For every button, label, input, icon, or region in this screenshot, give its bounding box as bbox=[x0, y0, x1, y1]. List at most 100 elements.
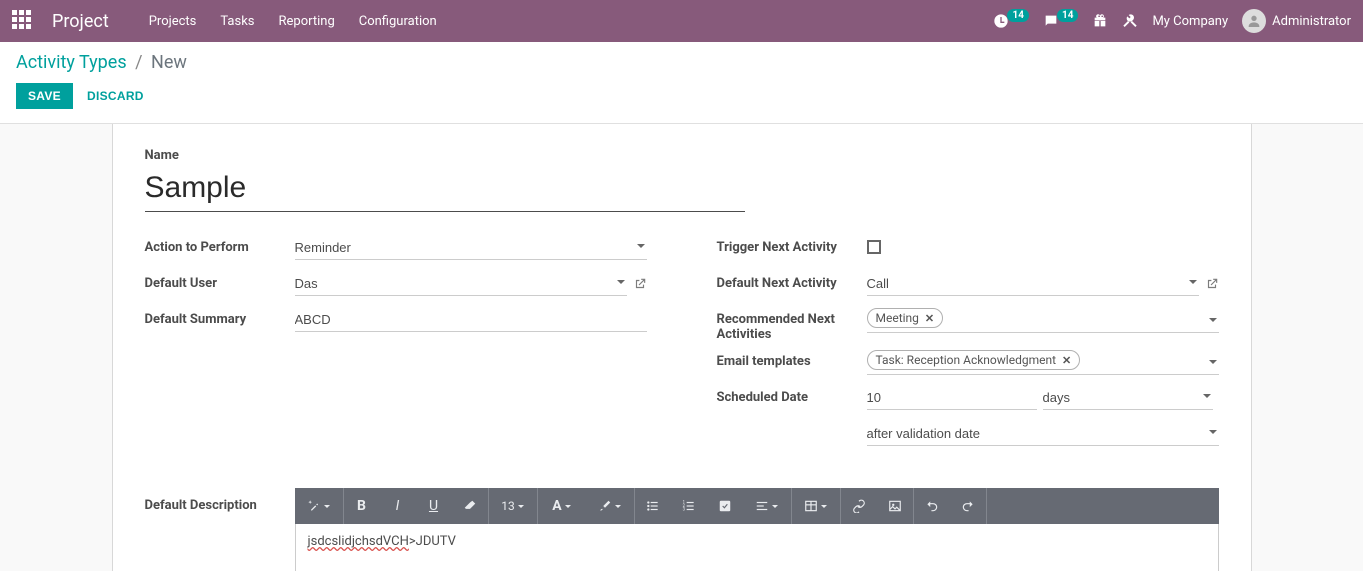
breadcrumb: Activity Types / New bbox=[16, 52, 1347, 73]
activity-badge: 14 bbox=[1007, 9, 1028, 22]
default-user-label: Default User bbox=[145, 272, 295, 291]
tb-italic-button[interactable]: I bbox=[380, 488, 416, 524]
email-templates-tags[interactable]: Task: Reception Acknowledgment ✕ bbox=[867, 350, 1219, 375]
list-ol-icon: 123 bbox=[682, 499, 696, 513]
svg-text:3: 3 bbox=[682, 507, 685, 512]
tb-font-size-button[interactable]: 13 bbox=[489, 488, 537, 524]
company-selector[interactable]: My Company bbox=[1152, 14, 1228, 29]
font-size-value: 13 bbox=[501, 499, 515, 513]
tb-style-button[interactable] bbox=[295, 488, 343, 524]
image-icon bbox=[888, 499, 902, 513]
default-user-select[interactable] bbox=[295, 272, 627, 296]
link-icon bbox=[852, 499, 866, 513]
chevron-down-icon[interactable] bbox=[1209, 360, 1217, 364]
activity-indicator[interactable]: 14 bbox=[993, 13, 1028, 29]
list-ul-icon bbox=[646, 499, 660, 513]
default-next-input[interactable] bbox=[867, 272, 1199, 295]
user-name: Administrator bbox=[1272, 14, 1351, 29]
tb-align-button[interactable] bbox=[743, 488, 791, 524]
left-column: Action to Perform Default User bbox=[145, 236, 647, 458]
action-buttons: SAVE DISCARD bbox=[16, 83, 1347, 109]
tb-bold-button[interactable]: B bbox=[344, 488, 380, 524]
action-to-perform-label: Action to Perform bbox=[145, 236, 295, 255]
recommended-label: Recommended Next Activities bbox=[717, 308, 867, 342]
trigger-next-label: Trigger Next Activity bbox=[717, 236, 867, 255]
tb-font-color-button[interactable]: A bbox=[538, 488, 586, 524]
check-square-icon bbox=[718, 499, 732, 513]
scheduled-unit-input[interactable] bbox=[1043, 386, 1213, 409]
editor-text: >JDUTV bbox=[409, 534, 456, 549]
form-sheet: Name Action to Perform Default User bbox=[112, 124, 1252, 571]
tag-meeting: Meeting ✕ bbox=[867, 308, 944, 328]
chevron-down-icon[interactable] bbox=[1209, 430, 1217, 434]
tb-clear-format-button[interactable] bbox=[452, 488, 488, 524]
top-menu: Projects Tasks Reporting Configuration bbox=[149, 14, 437, 29]
tb-table-button[interactable] bbox=[792, 488, 840, 524]
tb-image-button[interactable] bbox=[877, 488, 913, 524]
undo-icon bbox=[925, 499, 939, 513]
chevron-down-icon[interactable] bbox=[1209, 318, 1217, 322]
external-link-icon[interactable] bbox=[1205, 277, 1219, 291]
table-icon bbox=[804, 499, 818, 513]
action-to-perform-input[interactable] bbox=[295, 236, 647, 259]
default-next-label: Default Next Activity bbox=[717, 272, 867, 291]
right-column: Trigger Next Activity Default Next Activ… bbox=[717, 236, 1219, 458]
chevron-down-icon[interactable] bbox=[1189, 280, 1197, 284]
tb-undo-button[interactable] bbox=[914, 488, 950, 524]
tag-label: Meeting bbox=[876, 311, 919, 325]
default-next-select[interactable] bbox=[867, 272, 1199, 296]
tag-remove-icon[interactable]: ✕ bbox=[925, 312, 934, 325]
editor-text-misspelled: jsdcslidjchsdVCH bbox=[308, 534, 409, 549]
scheduled-number-input[interactable] bbox=[867, 386, 1037, 410]
breadcrumb-root[interactable]: Activity Types bbox=[16, 52, 127, 73]
user-menu[interactable]: Administrator bbox=[1242, 9, 1351, 33]
spacer bbox=[717, 422, 867, 426]
tb-checklist-button[interactable] bbox=[707, 488, 743, 524]
tb-underline-button[interactable]: U bbox=[416, 488, 452, 524]
magic-wand-icon bbox=[307, 499, 321, 513]
chevron-down-icon[interactable] bbox=[617, 280, 625, 284]
form-scroll-area[interactable]: Name Action to Perform Default User bbox=[0, 124, 1363, 571]
redo-icon bbox=[961, 499, 975, 513]
chevron-down-icon[interactable] bbox=[1203, 394, 1211, 398]
avatar-icon bbox=[1242, 9, 1266, 33]
tb-redo-button[interactable] bbox=[950, 488, 986, 524]
default-description-label: Default Description bbox=[145, 498, 257, 513]
tools-icon[interactable] bbox=[1122, 13, 1138, 29]
menu-configuration[interactable]: Configuration bbox=[359, 14, 437, 29]
menu-tasks[interactable]: Tasks bbox=[220, 14, 254, 29]
external-link-icon[interactable] bbox=[633, 277, 647, 291]
menu-reporting[interactable]: Reporting bbox=[279, 14, 335, 29]
scheduled-date-label: Scheduled Date bbox=[717, 386, 867, 405]
topbar: Project Projects Tasks Reporting Configu… bbox=[0, 0, 1363, 42]
tag-email-template: Task: Reception Acknowledgment ✕ bbox=[867, 350, 1081, 370]
save-button[interactable]: SAVE bbox=[16, 83, 73, 109]
scheduled-after-select[interactable] bbox=[867, 422, 1219, 446]
tag-remove-icon[interactable]: ✕ bbox=[1062, 354, 1071, 367]
menu-projects[interactable]: Projects bbox=[149, 14, 197, 29]
default-user-input[interactable] bbox=[295, 272, 627, 295]
brand[interactable]: Project bbox=[52, 11, 109, 32]
editor-body[interactable]: jsdcslidjchsdVCH>JDUTV bbox=[295, 524, 1219, 571]
recommended-tags[interactable]: Meeting ✕ bbox=[867, 308, 1219, 333]
tb-bg-color-button[interactable] bbox=[586, 488, 634, 524]
discard-button[interactable]: DISCARD bbox=[87, 89, 144, 103]
default-summary-label: Default Summary bbox=[145, 308, 295, 327]
tb-link-button[interactable] bbox=[841, 488, 877, 524]
action-to-perform-select[interactable] bbox=[295, 236, 647, 260]
tb-ul-button[interactable] bbox=[635, 488, 671, 524]
name-label: Name bbox=[145, 148, 1219, 163]
name-input[interactable] bbox=[145, 167, 745, 212]
trigger-next-checkbox[interactable] bbox=[867, 240, 881, 254]
description-section: Default Description B I U bbox=[145, 488, 1219, 571]
scheduled-after-input[interactable] bbox=[867, 422, 1219, 445]
messages-indicator[interactable]: 14 bbox=[1043, 13, 1078, 29]
tb-ol-button[interactable]: 123 bbox=[671, 488, 707, 524]
apps-icon[interactable] bbox=[12, 10, 34, 32]
gift-icon[interactable] bbox=[1092, 13, 1108, 29]
default-summary-input[interactable] bbox=[295, 308, 647, 332]
scheduled-unit-select[interactable] bbox=[1043, 386, 1213, 410]
chevron-down-icon[interactable] bbox=[637, 244, 645, 248]
align-icon bbox=[755, 499, 769, 513]
form-grid: Action to Perform Default User bbox=[145, 236, 1219, 458]
